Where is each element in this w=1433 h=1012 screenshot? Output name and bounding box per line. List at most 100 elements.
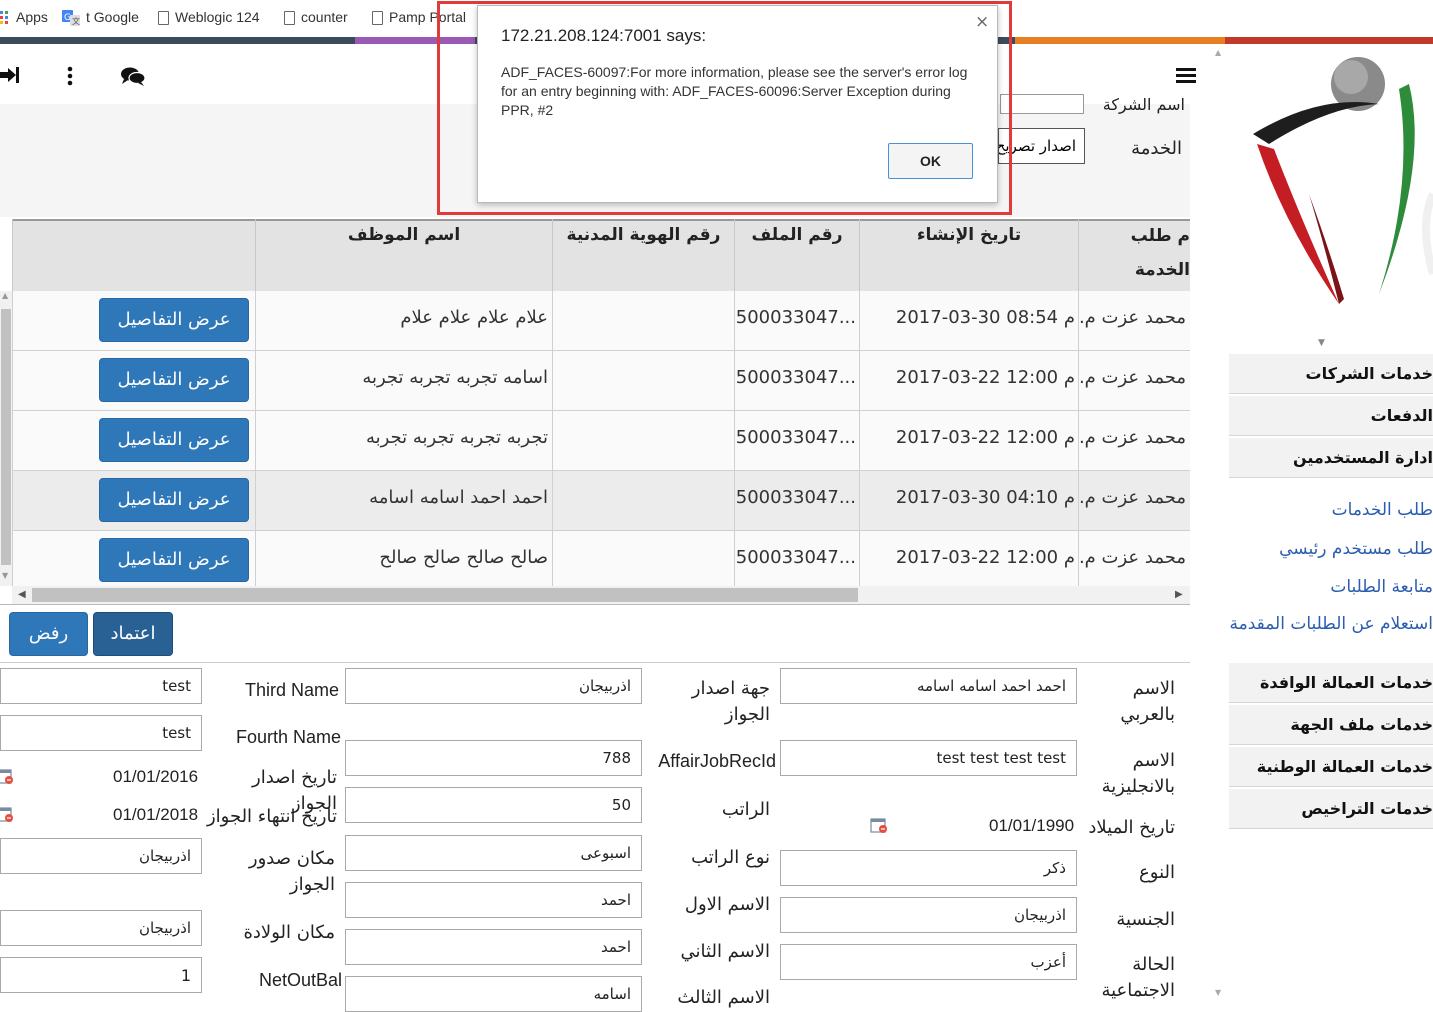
cell-file-no: 500033047... bbox=[734, 291, 859, 351]
sidebar-link[interactable]: استعلام عن الطلبات المقدمة bbox=[1229, 614, 1433, 644]
netoutbal-label: NetOutBal bbox=[258, 970, 342, 990]
birth-place-label: مكان الولادة bbox=[243, 922, 335, 943]
cell-created: 2017-03-22 م 12:00 bbox=[859, 411, 1078, 471]
reject-button[interactable]: رفض bbox=[9, 612, 88, 656]
svg-text:文: 文 bbox=[72, 16, 80, 26]
cell-requested-by: محمد عزت م... bbox=[1078, 411, 1190, 471]
alert-dialog: 172.21.208.124:7001 says: × ADF_FACES-60… bbox=[477, 5, 998, 203]
view-details-button[interactable]: عرض التفاصيل bbox=[99, 418, 249, 462]
name-en-label: الاسم بالانجليزية bbox=[1101, 750, 1175, 797]
bookmark-google[interactable]: G文 t Google bbox=[62, 9, 139, 27]
name-ar-input[interactable]: احمد احمد اسامه اسامه bbox=[780, 668, 1077, 704]
page-icon bbox=[158, 11, 169, 26]
scroll-up-icon[interactable]: ▲ bbox=[2, 291, 8, 300]
scroll-up-icon[interactable]: ▲ bbox=[1215, 48, 1221, 57]
sidebar-item[interactable]: خدمات الشركات bbox=[1229, 354, 1433, 394]
nationality-label: الجنسية bbox=[1116, 909, 1175, 930]
bookmark-weblogic[interactable]: Weblogic 124 bbox=[158, 9, 260, 26]
view-details-button[interactable]: عرض التفاصيل bbox=[99, 298, 249, 342]
google-translate-icon: G文 bbox=[62, 10, 80, 27]
col-requested-by[interactable]: م طلب الخدمة بواسطة bbox=[1078, 219, 1190, 291]
calendar-icon[interactable] bbox=[0, 805, 18, 823]
col-created[interactable]: تاريخ الإنشاء bbox=[859, 219, 1078, 291]
more-vertical-icon[interactable] bbox=[66, 66, 74, 90]
vertical-scroll-thumb[interactable] bbox=[1, 309, 11, 565]
name-en-input[interactable]: test test test test bbox=[780, 740, 1077, 776]
salary-input[interactable]: 50 bbox=[345, 787, 642, 823]
vertical-scrollbar[interactable]: ▲ ▼ bbox=[0, 291, 12, 586]
col-employee[interactable]: اسم الموظف bbox=[255, 219, 552, 291]
col-file-no[interactable]: رقم الملف bbox=[734, 219, 859, 291]
passport-expiry-label: تاريخ انتهاء الجواز bbox=[206, 806, 337, 827]
cell-created: 2017-03-22 م 12:00 bbox=[859, 351, 1078, 411]
calendar-icon[interactable] bbox=[870, 816, 888, 834]
marital-select[interactable]: أعزب bbox=[780, 944, 1077, 980]
sidebar-item[interactable]: خدمات التراخيص bbox=[1229, 789, 1433, 829]
bookmark-counter[interactable]: counter bbox=[284, 9, 348, 26]
view-details-button[interactable]: عرض التفاصيل bbox=[99, 538, 249, 582]
page-icon bbox=[372, 11, 383, 26]
cell-civil-id bbox=[552, 291, 734, 351]
company-select[interactable] bbox=[1000, 94, 1084, 114]
salary-type-select[interactable]: اسبوعى bbox=[345, 835, 642, 871]
passport-expiry-value[interactable]: 01/01/2018 bbox=[113, 805, 198, 825]
netoutbal-input[interactable]: 1 bbox=[0, 957, 202, 993]
third-name-ar-label: الاسم الثالث bbox=[677, 987, 770, 1008]
logo bbox=[1229, 44, 1433, 354]
nationality-select[interactable]: اذربيجان bbox=[780, 897, 1077, 933]
passport-place-select[interactable]: اذربيجان bbox=[0, 838, 202, 874]
passport-place-label: مكان صدور الجواز bbox=[248, 848, 335, 895]
birth-place-select[interactable]: اذربيجان bbox=[0, 910, 202, 946]
sidebar-link[interactable]: طلب مستخدم رئيسي bbox=[1229, 539, 1433, 569]
company-label: اسم الشركة bbox=[1102, 95, 1185, 114]
scroll-right-icon[interactable]: ▶ bbox=[1175, 589, 1183, 600]
approve-button[interactable]: اعتماد bbox=[93, 612, 173, 656]
passport-issue-value[interactable]: 01/01/2016 bbox=[113, 767, 198, 787]
gender-label: النوع bbox=[1139, 862, 1175, 883]
col-civil-id[interactable]: رقم الهوية المدنية bbox=[552, 219, 734, 291]
horizontal-scrollbar[interactable]: ◀ ▶ bbox=[12, 586, 1190, 604]
view-details-button[interactable]: عرض التفاصيل bbox=[99, 478, 249, 522]
cell-employee: اسامه تجربه تجربه تجربه bbox=[255, 351, 552, 411]
cell-requested-by: محمد عزت م... bbox=[1078, 351, 1190, 411]
bookmark-apps[interactable]: Apps bbox=[0, 9, 48, 25]
cell-employee: احمد احمد اسامه اسامه bbox=[255, 471, 552, 531]
sidebar-link[interactable]: طلب الخدمات bbox=[1229, 500, 1433, 530]
sidebar-link[interactable]: متابعة الطلبات bbox=[1229, 577, 1433, 607]
salary-type-label: نوع الراتب bbox=[691, 847, 770, 868]
dob-value[interactable]: 01/01/1990 bbox=[989, 816, 1074, 836]
sidebar-item[interactable]: الدفعات bbox=[1229, 396, 1433, 436]
fourth-name-input[interactable]: test bbox=[0, 715, 202, 751]
affair-input[interactable]: 788 bbox=[345, 740, 642, 776]
calendar-icon[interactable] bbox=[0, 767, 18, 785]
cell-requested-by: محمد عزت م... bbox=[1078, 471, 1190, 531]
third-name-ar-input[interactable]: اسامه bbox=[345, 976, 642, 1012]
scroll-left-icon[interactable]: ◀ bbox=[18, 589, 26, 600]
cell-created: 2017-03-30 م 04:10 bbox=[859, 471, 1078, 531]
dob-label: تاريخ الميلاد bbox=[1088, 817, 1175, 838]
ok-button[interactable]: OK bbox=[888, 143, 973, 179]
chat-icon[interactable] bbox=[120, 66, 146, 90]
divider bbox=[0, 662, 1190, 663]
first-name-input[interactable]: احمد bbox=[345, 882, 642, 918]
scroll-down-icon[interactable]: ▼ bbox=[2, 571, 8, 580]
logout-icon[interactable] bbox=[0, 66, 20, 88]
view-details-button[interactable]: عرض التفاصيل bbox=[99, 358, 249, 402]
passport-issuer-label: جهة اصدار الجواز bbox=[691, 678, 770, 725]
cell-created: 2017-03-30 م 08:54 bbox=[859, 291, 1078, 351]
sidebar-scrollbar[interactable]: ▲ ▼ bbox=[1213, 48, 1227, 1001]
passport-issuer-select[interactable]: اذربيجان bbox=[345, 668, 642, 704]
dialog-title: 172.21.208.124:7001 says: bbox=[501, 26, 707, 45]
horizontal-scroll-thumb[interactable] bbox=[32, 588, 858, 602]
sidebar-item[interactable]: ادارة المستخدمين bbox=[1229, 438, 1433, 478]
scroll-down-icon[interactable]: ▼ bbox=[1215, 988, 1221, 997]
sidebar-item[interactable]: خدمات ملف الجهة bbox=[1229, 705, 1433, 745]
affair-label: AffairJobRecId bbox=[658, 751, 776, 771]
close-icon[interactable]: × bbox=[975, 12, 989, 32]
sidebar-item[interactable]: خدمات العمالة الوافدة bbox=[1229, 663, 1433, 703]
third-name-input[interactable]: test bbox=[0, 668, 202, 704]
sidebar-item[interactable]: خدمات العمالة الوطنية bbox=[1229, 747, 1433, 787]
cell-created: 2017-03-22 م 12:00 bbox=[859, 531, 1078, 591]
gender-select[interactable]: ذكر bbox=[780, 850, 1077, 886]
second-name-input[interactable]: احمد bbox=[345, 929, 642, 965]
